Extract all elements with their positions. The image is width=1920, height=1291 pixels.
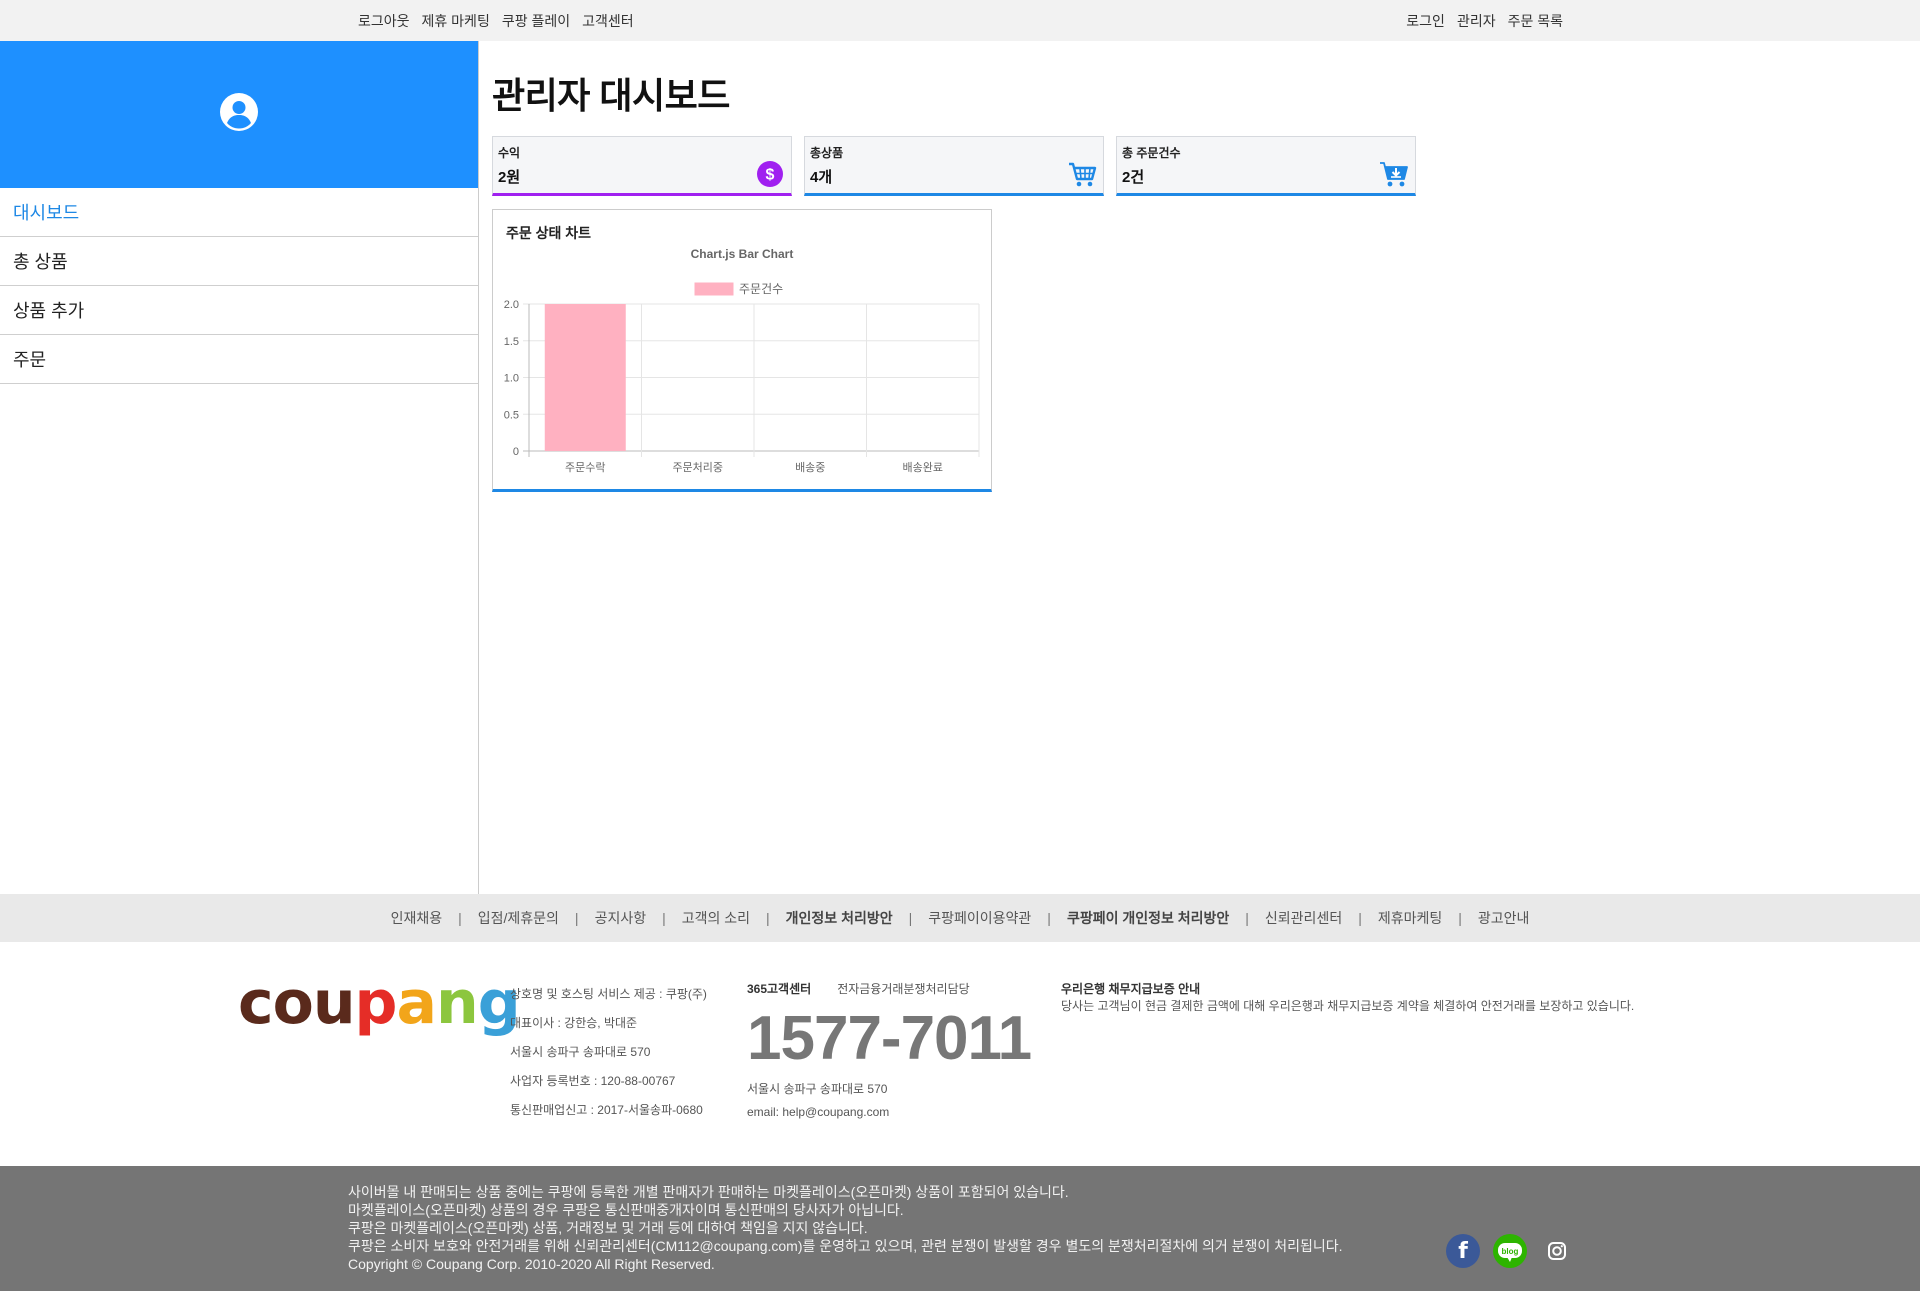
business-info-line: 서울시 송파구 송파대로 570 bbox=[510, 1045, 651, 1059]
total-products-card: 총상품 4개 bbox=[804, 136, 1104, 196]
x-tick-label: 주문처리중 bbox=[672, 461, 723, 474]
blog-icon-label: blog bbox=[1502, 1247, 1519, 1256]
order-status-bar-chart: Chart.js Bar Chart 주문건수 2.0 1.5 1.0 0.5 0 주문수락 주… bbox=[504, 247, 980, 474]
affiliate-marketing-link[interactable]: 제휴 마케팅 bbox=[422, 11, 490, 31]
sidebar-item-orders[interactable]: 주문 bbox=[0, 335, 478, 384]
footer-link-separator: | bbox=[1358, 910, 1362, 926]
sidebar-item-total-products[interactable]: 총 상품 bbox=[0, 237, 478, 286]
card-label: 총 주문건수 bbox=[1122, 146, 1181, 160]
footer-link-customer-voice[interactable]: 고객의 소리 bbox=[682, 908, 750, 928]
revenue-card: 수익 2원 $ bbox=[492, 136, 792, 196]
card-value: 2원 bbox=[498, 169, 521, 186]
dollar-icon: $ bbox=[755, 159, 785, 189]
cs-title: 365고객센터 bbox=[747, 982, 812, 996]
x-tick-label: 배송중 bbox=[795, 461, 825, 474]
instagram-icon[interactable] bbox=[1540, 1234, 1574, 1268]
footer-link-recruit[interactable]: 인재채용 bbox=[391, 908, 443, 928]
x-tick-label: 배송완료 bbox=[903, 461, 943, 474]
profile-header bbox=[0, 41, 478, 188]
legal-notice: 사이버몰 내 판매되는 상품 중에는 쿠팡에 등록한 개별 판매자가 판매하는 … bbox=[0, 1166, 1920, 1291]
sidebar-item-dashboard[interactable]: 대시보드 bbox=[0, 188, 478, 237]
footer-link-affiliate-marketing[interactable]: 제휴마케팅 bbox=[1378, 908, 1442, 928]
footer-link-ads[interactable]: 광고안내 bbox=[1478, 908, 1530, 928]
blog-icon[interactable]: blog bbox=[1493, 1234, 1527, 1268]
top-nav-left: 로그아웃 제휴 마케팅 쿠팡 플레이 고객센터 bbox=[358, 11, 634, 31]
legal-notice-line: 쿠팡은 마켓플레이스(오픈마켓) 상품, 거래정보 및 거래 등에 대하여 책임… bbox=[348, 1220, 868, 1236]
bank-guarantee-text: 당사는 고객님이 현금 결제한 금액에 대해 우리은행과 채무지급보증 계약을 … bbox=[1061, 999, 1635, 1013]
business-info: 상호명 및 호스팅 서비스 제공 : 쿠팡(주) 대표이사 : 강한승, 박대준… bbox=[510, 980, 707, 1125]
cs-email: email: help@coupang.com bbox=[747, 1105, 890, 1119]
coupang-logo[interactable]: coupang bbox=[238, 968, 521, 1038]
footer-link-partnership[interactable]: 입점/제휴문의 bbox=[478, 908, 559, 928]
total-orders-card: 총 주문건수 2건 bbox=[1116, 136, 1416, 196]
cs-phone-number: 1577-7011 bbox=[747, 1004, 1032, 1073]
login-link[interactable]: 로그인 bbox=[1406, 11, 1445, 31]
cs-heading: 365고객센터 전자금융거래분쟁처리담당 bbox=[747, 980, 1067, 997]
footer-link-separator: | bbox=[1458, 910, 1462, 926]
svg-text:$: $ bbox=[766, 167, 775, 184]
footer-link-coupangpay-privacy[interactable]: 쿠팡페이 개인정보 처리방안 bbox=[1067, 908, 1229, 928]
y-tick-label: 2.0 bbox=[504, 299, 519, 311]
page-title: 관리자 대시보드 bbox=[492, 75, 730, 116]
footer-link-privacy-policy[interactable]: 개인정보 처리방안 bbox=[786, 908, 893, 928]
cs-subtitle: 전자금융거래분쟁처리담당 bbox=[837, 982, 970, 996]
chart-bar bbox=[544, 304, 626, 451]
copyright: Copyright © Coupang Corp. 2010-2020 All … bbox=[348, 1256, 715, 1272]
cs-address: 서울시 송파구 송파대로 570 bbox=[747, 1082, 888, 1096]
footer-link-notice[interactable]: 공지사항 bbox=[595, 908, 647, 928]
footer-link-trust-center[interactable]: 신뢰관리센터 bbox=[1265, 908, 1342, 928]
company-info: coupang 상호명 및 호스팅 서비스 제공 : 쿠팡(주) 대표이사 : … bbox=[0, 942, 1920, 1166]
order-list-link[interactable]: 주문 목록 bbox=[1508, 11, 1563, 31]
sidebar: 대시보드 총 상품 상품 추가 주문 bbox=[0, 41, 479, 894]
legend-label: 주문건수 bbox=[739, 282, 783, 296]
footer-link-separator: | bbox=[1047, 910, 1051, 926]
x-tick-label: 주문수락 bbox=[565, 461, 605, 474]
order-status-chart-card: 주문 상태 차트 Chart.js Bar Chart 주문건수 2.0 1.5 1.0… bbox=[492, 209, 992, 492]
footer-link-coupangpay-terms[interactable]: 쿠팡페이이용약관 bbox=[928, 908, 1031, 928]
card-label: 총상품 bbox=[810, 146, 844, 160]
legal-notice-line: 쿠팡은 소비자 보호와 안전거래를 위해 신뢰관리센터(CM112@coupan… bbox=[348, 1238, 1343, 1254]
card-value: 2건 bbox=[1122, 169, 1145, 186]
y-tick-label: 1.5 bbox=[504, 336, 519, 348]
cart-download-icon bbox=[1379, 159, 1409, 189]
chart-title: Chart.js Bar Chart bbox=[691, 247, 794, 261]
business-info-line: 상호명 및 호스팅 서비스 제공 : 쿠팡(주) bbox=[510, 987, 707, 1001]
top-nav: 로그아웃 제휴 마케팅 쿠팡 플레이 고객센터 로그인 관리자 주문 목록 bbox=[0, 0, 1920, 41]
y-tick-label: 0.5 bbox=[504, 409, 519, 421]
customer-service-block: 365고객센터 전자금융거래분쟁처리담당 1577-7011 서울시 송파구 송파… bbox=[747, 980, 1067, 1119]
legal-notice-text: 사이버몰 내 판매되는 상품 중에는 쿠팡에 등록한 개별 판매자가 판매하는 … bbox=[348, 1183, 1343, 1273]
card-value: 4개 bbox=[810, 169, 833, 186]
y-tick-label: 1.0 bbox=[504, 373, 519, 385]
footer-link-separator: | bbox=[458, 910, 462, 926]
legend-swatch bbox=[694, 282, 734, 296]
card-label: 수익 bbox=[498, 146, 521, 160]
business-info-line: 통신판매업신고 : 2017-서울송파-0680 bbox=[510, 1103, 703, 1117]
footer-link-separator: | bbox=[574, 910, 579, 926]
y-tick-label: 0 bbox=[513, 446, 519, 458]
customer-center-link[interactable]: 고객센터 bbox=[582, 11, 634, 31]
footer-link-separator: | bbox=[766, 910, 770, 926]
shopping-cart-icon bbox=[1067, 159, 1097, 189]
coupang-play-link[interactable]: 쿠팡 플레이 bbox=[502, 11, 570, 31]
admin-link[interactable]: 관리자 bbox=[1457, 11, 1496, 31]
user-avatar-icon[interactable] bbox=[219, 92, 259, 137]
business-info-line: 대표이사 : 강한승, 박대준 bbox=[510, 1016, 638, 1030]
facebook-icon[interactable]: f bbox=[1446, 1234, 1480, 1268]
footer-links-bar: 인재채용 | 입점/제휴문의 | 공지사항 | 고객의 소리 | 개인정보 처리… bbox=[0, 894, 1920, 942]
logout-link[interactable]: 로그아웃 bbox=[358, 11, 410, 31]
bank-guarantee-title: 우리은행 채무지급보증 안내 bbox=[1061, 982, 1201, 996]
top-nav-right: 로그인 관리자 주문 목록 bbox=[1406, 11, 1563, 31]
footer-link-separator: | bbox=[662, 910, 666, 926]
legal-notice-line: 마켓플레이스(오픈마켓) 상품의 경우 쿠팡은 통신판매중개자이며 통신판매의 … bbox=[348, 1202, 904, 1218]
business-info-line: 사업자 등록번호 : 120-88-00767 bbox=[510, 1074, 676, 1088]
sidebar-item-add-product[interactable]: 상품 추가 bbox=[0, 286, 478, 335]
footer-link-separator: | bbox=[908, 910, 913, 926]
bank-guarantee-info: 우리은행 채무지급보증 안내 당사는 고객님이 현금 결제한 금액에 대해 우리… bbox=[1061, 980, 1634, 1014]
legal-notice-line: 사이버몰 내 판매되는 상품 중에는 쿠팡에 등록한 개별 판매자가 판매하는 … bbox=[348, 1184, 1069, 1200]
footer-link-separator: | bbox=[1245, 910, 1249, 926]
